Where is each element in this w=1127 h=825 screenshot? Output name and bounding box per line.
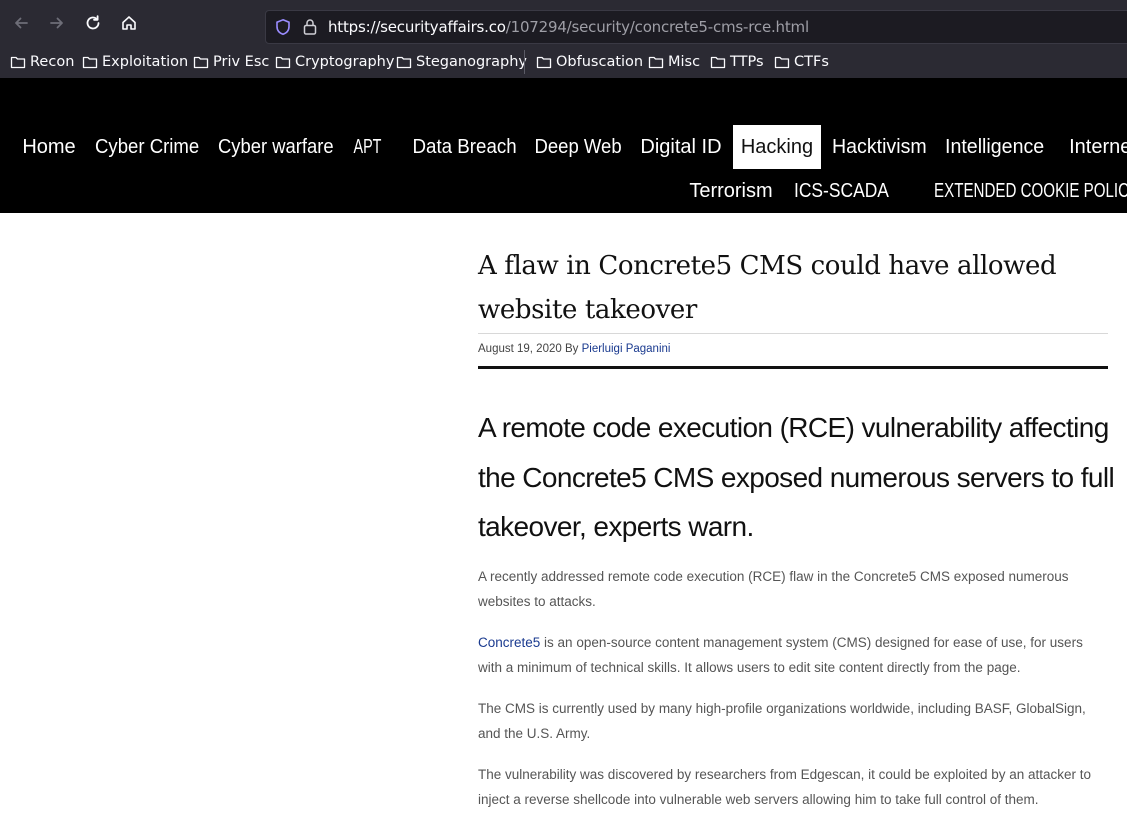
bookmark-label: Cryptography xyxy=(295,54,395,70)
nav-item-label: Intelligence xyxy=(944,136,1045,158)
bookmark-label: Exploitation xyxy=(102,54,189,70)
bookmark-obfuscation[interactable]: Obfuscation xyxy=(536,51,643,73)
bookmark-ctfs[interactable]: CTFs xyxy=(774,51,829,73)
nav-item-data-breach[interactable]: Data Breach xyxy=(408,125,522,169)
arrow-right-icon xyxy=(50,17,63,29)
bookmarks-separator xyxy=(524,50,525,74)
url-domain: https://securityaffairs.co xyxy=(328,18,506,36)
reload-icon xyxy=(86,15,100,30)
bookmark-misc[interactable]: Misc xyxy=(648,51,700,73)
bookmark-cryptography[interactable]: Cryptography xyxy=(275,51,394,73)
folder-icon xyxy=(774,56,790,69)
bookmark-label: Obfuscation xyxy=(556,54,644,70)
bookmark-label: TTPs xyxy=(730,54,764,70)
nav-item-hacktivism[interactable]: Hacktivism xyxy=(827,125,932,169)
nav-item-label: Internet xyxy=(1069,136,1127,158)
reload-button[interactable] xyxy=(82,12,104,34)
bookmarks-bar: Recon Exploitation Priv Esc Cryptography Ste… xyxy=(0,46,1127,76)
folder-icon xyxy=(82,56,98,69)
post-meta: August 19, 2020 By Pierluigi Paganini xyxy=(478,343,670,355)
bookmark-label: Steganography xyxy=(416,54,527,70)
folder-icon xyxy=(10,56,26,69)
nav-item-label: APT xyxy=(353,136,382,158)
paragraph-4: The vulnerability was discovered by rese… xyxy=(478,767,1092,807)
browser-toolbar: https://securityaffairs.co/107294/securi… xyxy=(0,0,1127,44)
url-path: /107294/security/concrete5-cms-rce.html xyxy=(505,18,809,36)
lock-icon[interactable] xyxy=(302,18,318,36)
home-icon xyxy=(122,16,136,30)
nav-item-apt[interactable]: APT xyxy=(348,125,386,169)
nav-item-label: Digital ID xyxy=(640,136,722,158)
post-title: A flaw in Concrete5 CMS could have allow… xyxy=(478,251,1057,325)
nav-item-home[interactable]: Home xyxy=(16,125,82,169)
bookmark-exploitation[interactable]: Exploitation xyxy=(82,51,188,73)
post-date: August 19, 2020 xyxy=(478,343,562,355)
url-bar[interactable]: https://securityaffairs.co/107294/securi… xyxy=(265,10,1127,44)
site-navigation: Home Cyber Crime Cyber warfare APT Data Brea… xyxy=(0,78,1127,213)
title-divider xyxy=(478,333,1108,334)
folder-icon xyxy=(648,56,664,69)
folder-icon xyxy=(275,56,291,69)
nav-item-label: Cyber warfare xyxy=(218,136,334,158)
folder-icon xyxy=(396,56,412,69)
bookmark-recon[interactable]: Recon xyxy=(10,51,74,73)
byline-prefix: By xyxy=(564,343,579,355)
concrete5-link[interactable]: Concrete5 xyxy=(478,635,540,650)
folder-icon xyxy=(193,56,209,69)
nav-item-cyber-crime[interactable]: Cyber Crime xyxy=(90,125,204,169)
bookmark-steganography[interactable]: Steganography xyxy=(396,51,527,73)
shield-icon[interactable] xyxy=(274,18,292,36)
nav-item-label: Hacktivism xyxy=(832,136,927,158)
home-button[interactable] xyxy=(118,12,140,34)
bookmark-label: CTFs xyxy=(794,54,829,70)
paragraph-2-text: is an open-source content management sys… xyxy=(478,635,1083,675)
article-lead: A remote code execution (RCE) vulnerabil… xyxy=(478,412,1115,542)
paragraph-1: A recently addressed remote code executi… xyxy=(478,569,1069,609)
nav-item-label: Hacking xyxy=(740,136,814,158)
bookmark-label: Misc xyxy=(668,54,701,70)
bookmark-ttps[interactable]: TTPs xyxy=(710,51,764,73)
nav-item-ics-scada[interactable]: ICS-SCADA xyxy=(787,169,892,213)
nav-item-extended-cookie-policy[interactable]: EXTENDED COOKIE POLICY xyxy=(901,169,1127,213)
arrow-left-icon xyxy=(15,17,28,29)
nav-item-label: Data Breach xyxy=(412,136,518,158)
folder-icon xyxy=(710,56,726,69)
nav-item-internet[interactable]: Internet xyxy=(1058,125,1127,169)
bookmark-priv-esc[interactable]: Priv Esc xyxy=(193,51,269,73)
author-link[interactable]: Pierluigi Paganini xyxy=(582,343,671,355)
back-button[interactable] xyxy=(10,12,32,34)
nav-item-hacking[interactable]: Hacking xyxy=(733,125,821,169)
nav-item-digital-id[interactable]: Digital ID xyxy=(635,125,727,169)
nav-item-cyber-warfare[interactable]: Cyber warfare xyxy=(213,125,339,169)
nav-item-label: Terrorism xyxy=(689,180,773,202)
bookmark-label: Priv Esc xyxy=(213,54,270,70)
nav-item-label: ICS-SCADA xyxy=(793,180,889,202)
folder-icon xyxy=(536,56,552,69)
meta-divider xyxy=(478,366,1108,369)
browser-chrome: https://securityaffairs.co/107294/securi… xyxy=(0,0,1127,78)
url-text[interactable]: https://securityaffairs.co/107294/securi… xyxy=(328,18,809,36)
nav-item-label: EXTENDED COOKIE POLICY xyxy=(934,180,1127,202)
nav-item-label: Cyber Crime xyxy=(94,136,200,158)
nav-item-intelligence[interactable]: Intelligence xyxy=(940,125,1049,169)
bookmark-label: Recon xyxy=(30,54,75,70)
paragraph-2: Concrete5 is an open-source content mana… xyxy=(478,631,1108,680)
forward-button[interactable] xyxy=(46,12,68,34)
nav-item-deep-web[interactable]: Deep Web xyxy=(530,125,627,169)
nav-item-terrorism[interactable]: Terrorism xyxy=(684,169,778,213)
nav-item-label: Deep Web xyxy=(534,136,623,158)
paragraph-3: The CMS is currently used by many high-p… xyxy=(478,701,1086,741)
nav-item-label: Home xyxy=(22,136,76,158)
